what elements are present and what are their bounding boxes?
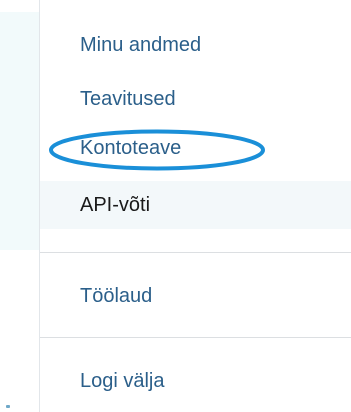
menu-item-toolaud[interactable]: Töölaud <box>40 284 351 310</box>
menu-item-label: Teavitused <box>80 88 176 110</box>
menu-divider <box>40 252 351 253</box>
menu-item-label: Töölaud <box>80 285 153 307</box>
menu-item-minu-andmed[interactable]: Minu andmed <box>40 33 351 59</box>
account-dropdown-menu: Minu andmed Teavitused Kontoteave API-võ… <box>39 0 351 412</box>
background-fragment <box>6 405 10 408</box>
logout-button[interactable]: Logi välja <box>40 369 351 395</box>
background-panel <box>0 12 39 250</box>
menu-item-label: Kontoteave <box>80 137 182 159</box>
logout-label: Logi välja <box>80 370 165 392</box>
menu-item-api-voti[interactable]: API-võti <box>40 181 351 229</box>
menu-item-label: API-võti <box>80 194 151 216</box>
menu-item-teavitused[interactable]: Teavitused <box>40 87 351 113</box>
menu-divider <box>40 337 351 338</box>
page: Minu andmed Teavitused Kontoteave API-võ… <box>0 0 351 412</box>
menu-item-label: Minu andmed <box>80 34 202 56</box>
menu-item-kontoteave[interactable]: Kontoteave <box>40 136 351 162</box>
